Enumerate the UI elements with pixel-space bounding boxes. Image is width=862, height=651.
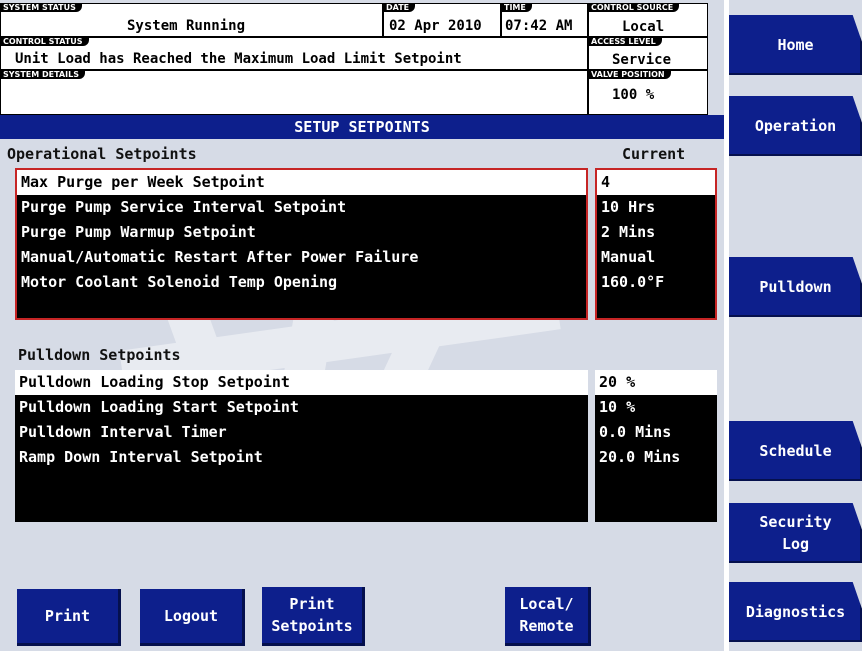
home-button-label: Home bbox=[777, 36, 814, 54]
control-source-box: CONTROL SOURCE Local bbox=[588, 3, 708, 37]
control-status-box: CONTROL STATUS Unit Load has Reached the… bbox=[0, 37, 588, 70]
access-level-value: Service bbox=[612, 52, 672, 68]
time-value: 07:42 AM bbox=[505, 18, 573, 34]
valve-position-box: VALVE POSITION 100 % bbox=[588, 70, 708, 115]
logout-button-label: Logout bbox=[163, 607, 219, 625]
control-status-tag: CONTROL STATUS bbox=[0, 37, 89, 46]
pulldown-setpoints-heading: Pulldown Setpoints bbox=[18, 346, 181, 364]
control-source-tag: CONTROL SOURCE bbox=[588, 3, 680, 12]
date-tag: DATE bbox=[383, 3, 416, 12]
time-box: TIME 07:42 AM bbox=[501, 3, 588, 37]
security-log-button-label-1: Security bbox=[759, 513, 832, 531]
operational-labels-list: Max Purge per Week Setpoint Purge Pump S… bbox=[15, 168, 588, 320]
time-tag: TIME bbox=[501, 3, 532, 12]
operational-setpoints-heading: Operational Setpoints bbox=[7, 145, 197, 163]
system-status-tag: SYSTEM STATUS bbox=[0, 3, 82, 12]
system-details-tag: SYSTEM DETAILS bbox=[0, 70, 85, 79]
system-status-value: System Running bbox=[127, 18, 246, 34]
print-button-label: Print bbox=[44, 607, 91, 625]
diagnostics-button[interactable]: Diagnostics bbox=[729, 582, 862, 642]
schedule-button[interactable]: Schedule bbox=[729, 421, 862, 481]
access-level-tag: ACCESS LEVEL bbox=[588, 37, 662, 46]
system-details-box: SYSTEM DETAILS bbox=[0, 70, 588, 115]
valve-position-tag: VALVE POSITION bbox=[588, 70, 671, 79]
pulldown-value-loading-start[interactable]: 10 % bbox=[595, 395, 717, 420]
pulldown-row-ramp-down-interval[interactable]: Ramp Down Interval Setpoint bbox=[15, 445, 588, 470]
local-remote-button-label-1: Local/ bbox=[519, 595, 574, 613]
security-log-button[interactable]: Security Log bbox=[729, 503, 862, 563]
pulldown-button[interactable]: Pulldown bbox=[729, 257, 862, 317]
current-column-heading: Current bbox=[622, 145, 686, 163]
pulldown-button-label: Pulldown bbox=[759, 278, 832, 296]
setpoint-row-motor-coolant-solenoid[interactable]: Motor Coolant Solenoid Temp Opening bbox=[17, 270, 586, 295]
setpoint-value-motor-coolant-solenoid[interactable]: 160.0°F bbox=[597, 270, 715, 295]
pulldown-labels-list: Pulldown Loading Stop Setpoint Pulldown … bbox=[15, 370, 588, 522]
control-source-value: Local bbox=[622, 19, 665, 35]
setpoint-value-max-purge[interactable]: 4 bbox=[597, 170, 715, 195]
print-button[interactable]: Print bbox=[17, 589, 121, 646]
setpoint-value-restart-after-power-failure[interactable]: Manual bbox=[597, 245, 715, 270]
setpoint-row-restart-after-power-failure[interactable]: Manual/Automatic Restart After Power Fai… bbox=[17, 245, 586, 270]
setpoint-row-purge-pump-warmup[interactable]: Purge Pump Warmup Setpoint bbox=[17, 220, 586, 245]
pulldown-values-list: 20 % 10 % 0.0 Mins 20.0 Mins bbox=[595, 370, 717, 522]
pulldown-row-loading-stop[interactable]: Pulldown Loading Stop Setpoint bbox=[15, 370, 588, 395]
logout-button[interactable]: Logout bbox=[140, 589, 245, 646]
setpoint-row-purge-pump-service[interactable]: Purge Pump Service Interval Setpoint bbox=[17, 195, 586, 220]
pulldown-value-ramp-down-interval[interactable]: 20.0 Mins bbox=[595, 445, 717, 470]
operation-button-label: Operation bbox=[754, 117, 837, 135]
setpoint-row-max-purge[interactable]: Max Purge per Week Setpoint bbox=[17, 170, 586, 195]
setpoint-value-purge-pump-service[interactable]: 10 Hrs bbox=[597, 195, 715, 220]
operation-button[interactable]: Operation bbox=[729, 96, 862, 156]
print-setpoints-button-label-1: Print bbox=[289, 595, 335, 613]
pulldown-value-loading-stop[interactable]: 20 % bbox=[595, 370, 717, 395]
sidebar-divider bbox=[724, 0, 729, 651]
home-button[interactable]: Home bbox=[729, 15, 862, 75]
print-setpoints-button[interactable]: Print Setpoints bbox=[262, 587, 365, 646]
schedule-button-label: Schedule bbox=[759, 442, 832, 460]
diagnostics-button-label: Diagnostics bbox=[745, 603, 846, 621]
pulldown-value-interval-timer[interactable]: 0.0 Mins bbox=[595, 420, 717, 445]
valve-position-value: 100 % bbox=[612, 87, 655, 103]
pulldown-row-loading-start[interactable]: Pulldown Loading Start Setpoint bbox=[15, 395, 588, 420]
pulldown-row-interval-timer[interactable]: Pulldown Interval Timer bbox=[15, 420, 588, 445]
access-level-box: ACCESS LEVEL Service bbox=[588, 37, 708, 70]
date-box: DATE 02 Apr 2010 bbox=[383, 3, 501, 37]
page-title: SETUP SETPOINTS bbox=[0, 115, 724, 139]
date-value: 02 Apr 2010 bbox=[389, 18, 482, 34]
local-remote-button[interactable]: Local/ Remote bbox=[505, 587, 591, 646]
system-status-box: SYSTEM STATUS System Running bbox=[0, 3, 383, 37]
control-status-value: Unit Load has Reached the Maximum Load L… bbox=[15, 51, 462, 67]
operational-values-list: 4 10 Hrs 2 Mins Manual 160.0°F bbox=[595, 168, 717, 320]
security-log-button-label-2: Log bbox=[781, 535, 810, 553]
local-remote-button-label-2: Remote bbox=[519, 617, 574, 635]
print-setpoints-button-label-2: Setpoints bbox=[271, 617, 353, 635]
setpoint-value-purge-pump-warmup[interactable]: 2 Mins bbox=[597, 220, 715, 245]
